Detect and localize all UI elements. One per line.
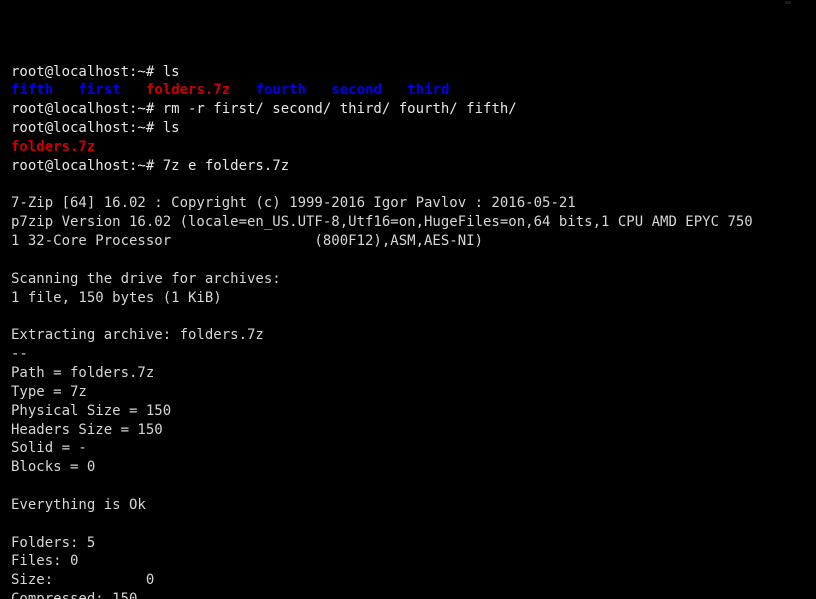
text-segment: Blocks = 0 [11,459,96,476]
scrollbar-marker [785,1,791,4]
text-segment: p7zip Version 16.02 (locale=en_US.UTF-8,… [11,214,753,231]
text-segment: rm -r first/ second/ third/ fourth/ fift… [162,101,517,118]
text-segment: Scanning the drive for archives: [11,270,281,287]
text-segment: Compressed: 150 [11,591,137,599]
terminal-line-blank-5 [11,515,816,534]
text-segment: fifth [11,82,54,99]
terminal-line-summary-size: Size: 0 [11,571,816,590]
text-segment: 1 32-Core Processor (800F12),ASM,AES-NI) [11,233,484,250]
terminal-line-info-solid: Solid = - [11,439,816,458]
terminal-screen[interactable]: root@localhost:~# ls fifth first folders.… [0,0,816,599]
text-segment: Solid = - [11,440,87,457]
terminal-line-banner-p7zip: p7zip Version 16.02 (locale=en_US.UTF-8,… [11,213,816,232]
text-segment: folders.7z [11,138,96,155]
terminal-line-ls-output-2: folders.7z [11,138,816,157]
text-segment: Headers Size = 150 [11,421,163,438]
text-segment: -- [11,346,28,363]
terminal-line-blank-3 [11,308,816,327]
terminal-line-blank-2 [11,251,816,270]
text-segment: folders.7z [145,82,231,99]
terminal-line-blank-4 [11,477,816,496]
terminal-output: root@localhost:~# ls fifth first folders.… [11,63,816,599]
text-segment [230,82,255,98]
terminal-line-info-type: Type = 7z [11,383,816,402]
text-segment: first [78,82,121,99]
terminal-line-extracting-header: Extracting archive: folders.7z [11,326,816,345]
text-segment: 1 file, 150 bytes (1 KiB) [11,289,222,306]
text-segment: fourth [255,82,307,99]
text-segment: Size: 0 [11,572,155,589]
terminal-line-summary-files: Files: 0 [11,552,816,571]
text-segment: root@localhost:~# [11,63,163,80]
text-segment: 7-Zip [64] 16.02 : Copyright (c) 1999-20… [11,195,576,212]
terminal-line-ls-output-1: fifth first folders.7z fourth second thi… [11,81,816,100]
text-segment: 7z e folders.7z [162,157,290,174]
text-segment: Physical Size = 150 [11,402,172,419]
text-segment: Type = 7z [11,383,87,400]
text-segment: Path = folders.7z [11,365,155,382]
terminal-line-banner-p7zip-wrap: 1 32-Core Processor (800F12),ASM,AES-NI) [11,232,816,251]
text-segment: ls [162,120,180,137]
terminal-line-banner-version: 7-Zip [64] 16.02 : Copyright (c) 1999-20… [11,194,816,213]
terminal-line-separator: -- [11,345,816,364]
terminal-line-info-headers-size: Headers Size = 150 [11,421,816,440]
terminal-line-info-physical-size: Physical Size = 150 [11,402,816,421]
text-segment [306,82,331,98]
terminal-line-status-ok: Everything is Ok [11,496,816,515]
text-segment: ls [162,63,180,80]
terminal-line-summary-folders: Folders: 5 [11,534,816,553]
text-segment [382,82,407,98]
text-segment: root@localhost:~# [11,157,163,174]
text-segment: root@localhost:~# [11,101,163,118]
terminal-line-blank-1 [11,176,816,195]
terminal-line-cmd-ls-2: root@localhost:~# ls [11,119,816,138]
terminal-line-cmd-ls-1: root@localhost:~# ls [11,63,816,82]
terminal-line-info-path: Path = folders.7z [11,364,816,383]
terminal-line-info-blocks: Blocks = 0 [11,458,816,477]
text-segment: Extracting archive: folders.7z [11,327,264,344]
terminal-line-cmd-7z: root@localhost:~# 7z e folders.7z [11,157,816,176]
terminal-line-cmd-rm: root@localhost:~# rm -r first/ second/ t… [11,100,816,119]
text-segment [53,82,78,98]
text-segment: Files: 0 [11,553,79,570]
text-segment: second [331,82,382,99]
terminal-line-summary-compressed: Compressed: 150 [11,590,816,599]
text-segment: third [407,82,450,99]
text-segment: root@localhost:~# [11,120,163,137]
text-segment: Folders: 5 [11,534,96,551]
text-segment: Everything is Ok [11,496,146,513]
terminal-line-scanning-header: Scanning the drive for archives: [11,270,816,289]
text-segment [121,82,146,98]
terminal-line-scanning-result: 1 file, 150 bytes (1 KiB) [11,289,816,308]
